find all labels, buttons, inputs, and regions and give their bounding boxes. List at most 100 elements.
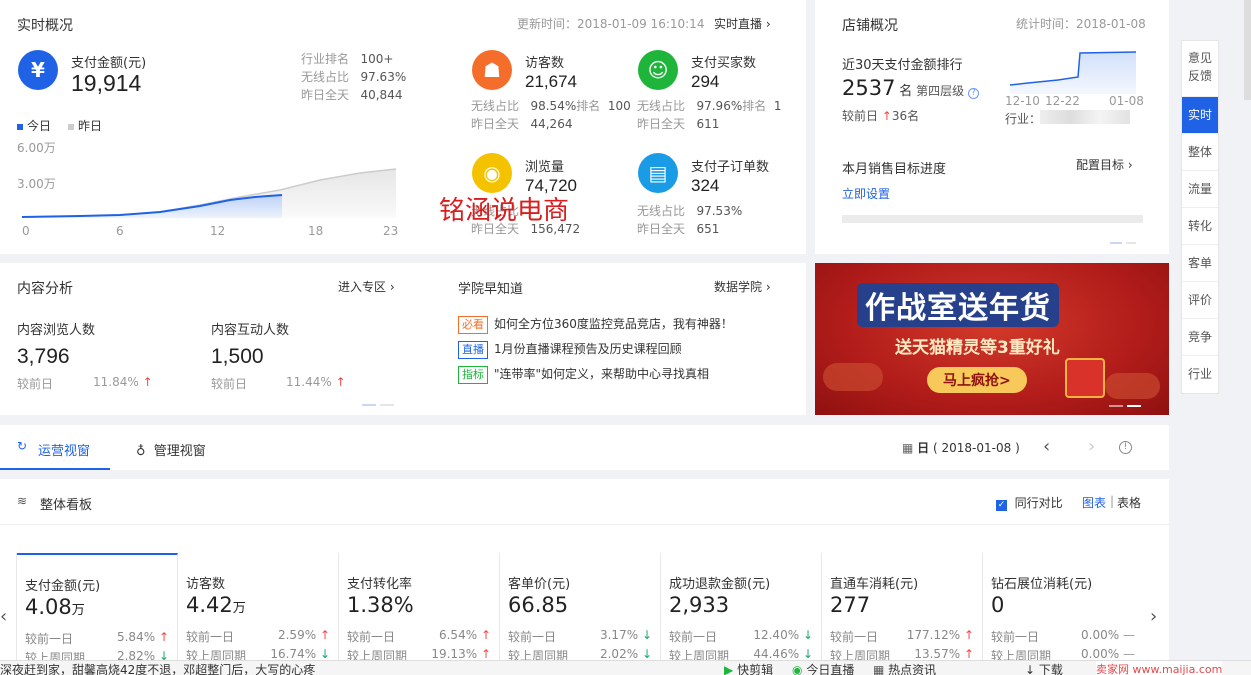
tab-operations[interactable]: ↻ 运营视窗 xyxy=(0,425,110,470)
hot-news-link[interactable]: ▦ 热点资讯 xyxy=(873,661,936,675)
goal-config-link[interactable]: 配置目标 › xyxy=(1076,156,1133,173)
pager-dot[interactable] xyxy=(1110,242,1122,244)
kpi-value: 4.42万 xyxy=(186,593,246,617)
kpi-name: 支付转化率 xyxy=(347,577,413,592)
sidebar-item-competition[interactable]: 竞争 xyxy=(1182,319,1218,356)
date-picker[interactable]: ▦ 日 ( 2018-01-08 ) xyxy=(902,439,1020,456)
table-view-toggle[interactable]: 表格 xyxy=(1117,494,1141,511)
trend-arrow-icon: ↑ xyxy=(963,647,974,661)
academy-item[interactable]: 直播 1月份直播课程预告及历史课程回顾 xyxy=(458,340,682,359)
kpi-card[interactable]: 钻石展位消耗(元) 0 较前一日 0.00% — 较上周同期 0.00% — xyxy=(983,553,1144,665)
pager-dot[interactable] xyxy=(1126,242,1136,244)
industry-label: 行业： xyxy=(1005,112,1042,126)
shop-card: 店铺概况 统计时间：2018-01-08 近30天支付金额排行 2537 名 第… xyxy=(815,0,1169,254)
yuan-icon: ¥ xyxy=(18,50,58,90)
pay-amount-details: 行业排名 100+ 无线占比 97.63% 昨日全天 40,844 xyxy=(301,52,407,102)
calendar-icon: ▦ xyxy=(902,441,914,455)
trend-arrow-icon: ↑ xyxy=(963,628,974,642)
board-title: 整体看板 xyxy=(40,498,93,513)
checkbox-icon: ✓ xyxy=(996,500,1007,511)
kpi-prev-arrow[interactable]: ‹ xyxy=(0,606,7,627)
chevron-right-icon: › xyxy=(1127,158,1133,172)
kpi-value: 66.85 xyxy=(508,593,569,617)
academy-item[interactable]: 指标 "连带率"如何定义，来帮助中心寻找真相 xyxy=(458,365,709,384)
kpi-card[interactable]: 访客数 4.42万 较前一日 2.59% ↑ 较上周同期 16.74% ↓ xyxy=(178,553,339,665)
chevron-right-icon: › xyxy=(765,280,771,294)
sidebar-item-industry[interactable]: 行业 xyxy=(1182,356,1218,393)
eye-icon: ◉ xyxy=(472,153,512,193)
kpi-prev-day: 较前一日 177.12% ↑ xyxy=(830,628,974,644)
sidebar-item-conversion[interactable]: 转化 xyxy=(1182,208,1218,245)
sidebar-item-feedback[interactable]: 意见反馈 xyxy=(1182,41,1218,97)
flask-icon: ♁ xyxy=(136,444,146,459)
kpi-value: 1.38% xyxy=(347,593,414,617)
trend-arrow-icon: ↑ xyxy=(480,647,491,661)
kpi-card[interactable]: 支付转化率 1.38% 较前一日 6.54% ↑ 较上周同期 19.13% ↑ xyxy=(339,553,500,665)
pager-dot[interactable] xyxy=(380,404,394,406)
kpi-card[interactable]: 成功退款金额(元) 2,933 较前一日 12.40% ↓ 较上周同期 44.46% ↓ xyxy=(661,553,822,665)
stat-time: 统计时间：2018-01-08 xyxy=(1016,17,1146,31)
rank-value: 2537 xyxy=(842,76,896,100)
legend-yesterday: 昨日 xyxy=(68,117,102,134)
academy-item[interactable]: 必看 如何全方位360度监控竞品竞店，我有神器！ xyxy=(458,315,733,334)
goal-title: 本月销售目标进度 xyxy=(842,162,947,177)
interact-compare-value: 11.44% ↑ xyxy=(286,375,346,389)
arrow-up-icon: ↑ xyxy=(142,375,153,389)
sidebar-item-overall[interactable]: 整体 xyxy=(1182,134,1218,171)
interact-label: 内容互动人数 xyxy=(211,323,290,338)
kpi-card[interactable]: 支付金额(元) 4.08万 较前一日 5.84% ↑ 较上周同期 2.82% ↓ xyxy=(17,553,178,665)
layers-icon: ≋ xyxy=(17,494,28,508)
kpi-prev-day: 较前一日 5.84% ↑ xyxy=(25,630,169,646)
realtime-line-chart xyxy=(21,168,397,218)
sidebar-item-traffic[interactable]: 流量 xyxy=(1182,171,1218,208)
help-icon[interactable]: ? xyxy=(967,88,979,99)
pager-dot[interactable] xyxy=(362,404,376,406)
news-ticker[interactable]: 深夜赶到家，甜馨高烧42度不退，邓超整门后，大写的心疼 xyxy=(0,661,315,675)
compare-toggle[interactable]: ✓ 同行对比 xyxy=(996,494,1063,511)
interact-value: 1,500 xyxy=(211,345,264,368)
arrow-up-icon: ↑ xyxy=(335,375,346,389)
pager-dot[interactable] xyxy=(1109,405,1123,407)
page-scrollbar[interactable] xyxy=(1244,0,1251,100)
kpi-name: 成功退款金额(元) xyxy=(669,577,771,592)
divider: | xyxy=(1110,494,1115,508)
chart-view-toggle[interactable]: 图表 xyxy=(1082,494,1106,511)
tab-management[interactable]: ♁ 管理视窗 xyxy=(136,440,206,459)
download-link[interactable]: ↓ 下载 xyxy=(1025,661,1063,675)
live-link[interactable]: 实时直播 › xyxy=(714,15,771,32)
prev-date-button[interactable]: ‹ xyxy=(1043,436,1050,457)
rank-trend-chart xyxy=(1009,51,1137,94)
kpi-card[interactable]: 直通车消耗(元) 277 较前一日 177.12% ↑ 较上周同期 13.57% ↑ xyxy=(822,553,983,665)
kpi-prev-day: 较前一日 6.54% ↑ xyxy=(347,628,491,644)
watermark: 铭涵说电商 xyxy=(439,196,570,226)
kpi-prev-day: 较前一日 2.59% ↑ xyxy=(186,628,330,644)
academy-link[interactable]: 数据学院 › xyxy=(714,278,771,295)
rank-block: 2537 名 第四层级 ? xyxy=(842,76,979,100)
sidebar-item-unit-price[interactable]: 客单 xyxy=(1182,245,1218,282)
kpi-value: 0 xyxy=(991,593,1005,617)
info-icon[interactable]: ! xyxy=(1119,441,1132,454)
live-today-link[interactable]: ◉ 今日直播 xyxy=(792,661,854,675)
kpi-prev-day: 较前一日 3.17% ↓ xyxy=(508,628,652,644)
banner-button[interactable]: 马上疯抢> xyxy=(927,367,1027,393)
right-sidebar: 意见反馈 实时 整体 流量 转化 客单 评价 竞争 行业 xyxy=(1181,40,1219,394)
browse-compare-label: 较前日 xyxy=(17,377,54,391)
metric-name: 支付子订单数 xyxy=(691,160,770,175)
update-time: 更新时间：2018-01-09 16:10:14 xyxy=(517,17,705,31)
download-icon: ↓ xyxy=(1025,663,1036,675)
sidebar-item-realtime[interactable]: 实时 xyxy=(1182,97,1218,134)
pager-dot[interactable] xyxy=(1127,405,1141,407)
content-enter-link[interactable]: 进入专区 › xyxy=(338,278,395,295)
next-date-button[interactable]: › xyxy=(1088,436,1095,457)
tag-live: 直播 xyxy=(458,341,488,359)
kpi-card[interactable]: 客单价(元) 66.85 较前一日 3.17% ↓ 较上周同期 2.02% ↓ xyxy=(500,553,661,665)
banner-subtitle: 送天猫精灵等3重好礼 xyxy=(895,338,1060,358)
trend-arrow-icon: ↓ xyxy=(802,628,813,642)
kpi-next-arrow[interactable]: › xyxy=(1150,606,1157,627)
goal-set-link[interactable]: 立即设置 xyxy=(842,185,890,202)
pay-amount-value: 19,914 xyxy=(71,70,142,96)
promo-banner[interactable]: 作战室送年货 送天猫精灵等3重好礼 马上疯抢> xyxy=(815,263,1169,415)
sidebar-item-reviews[interactable]: 评价 xyxy=(1182,282,1218,319)
shop-title: 店铺概况 xyxy=(842,18,898,34)
quick-edit-link[interactable]: ▶ 快剪辑 xyxy=(724,661,773,675)
